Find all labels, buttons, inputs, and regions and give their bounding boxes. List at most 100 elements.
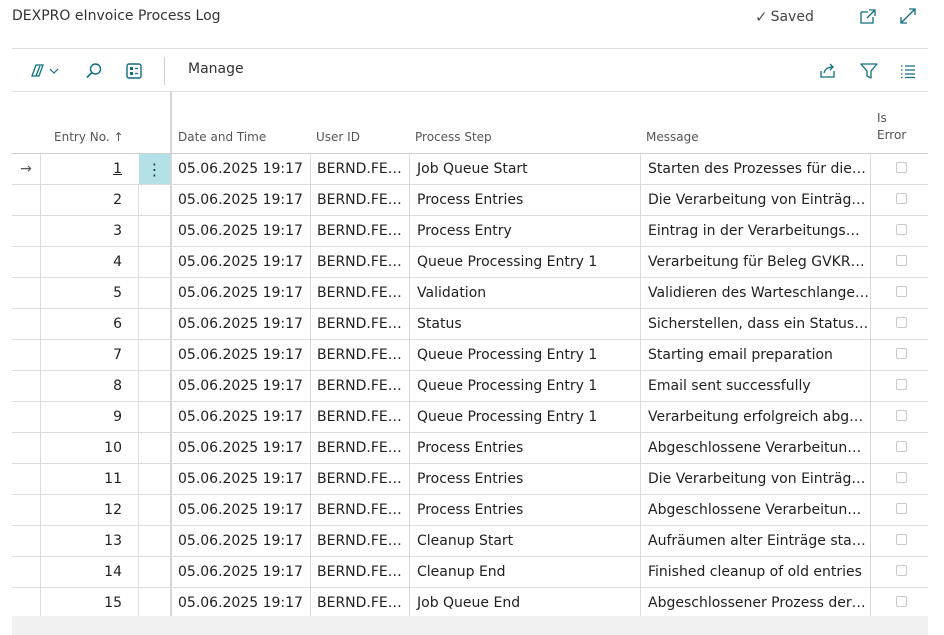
row-actions-cell[interactable] — [138, 309, 170, 339]
cell-message[interactable]: Aufräumen alter Einträge starten — [640, 526, 870, 556]
cell-process-step[interactable]: Queue Processing Entry 1 — [409, 371, 640, 401]
cell-process-step[interactable]: Cleanup End — [409, 557, 640, 587]
is-error-checkbox[interactable] — [896, 565, 907, 576]
cell-process-step[interactable]: Queue Processing Entry 1 — [409, 340, 640, 370]
cell-date-time[interactable]: 05.06.2025 19:17 — [172, 526, 310, 556]
cell-message[interactable]: Starting email preparation — [640, 340, 870, 370]
table-row[interactable]: 3 05.06.2025 19:17 BERND.FED... Process Ent… — [12, 216, 928, 247]
share-button[interactable] — [816, 59, 840, 83]
manage-menu[interactable]: Manage — [188, 61, 244, 77]
cell-entry-no[interactable]: 6 — [40, 309, 138, 339]
cell-date-time[interactable]: 05.06.2025 19:17 — [172, 433, 310, 463]
cell-user-id[interactable]: BERND.FED... — [310, 588, 409, 618]
cell-date-time[interactable]: 05.06.2025 19:17 — [172, 185, 310, 215]
is-error-checkbox[interactable] — [896, 472, 907, 483]
cell-date-time[interactable]: 05.06.2025 19:17 — [172, 247, 310, 277]
cell-date-time[interactable]: 05.06.2025 19:17 — [172, 464, 310, 494]
table-row[interactable]: 2 05.06.2025 19:17 BERND.FED... Process Ent… — [12, 185, 928, 216]
row-actions-cell[interactable] — [138, 247, 170, 277]
is-error-checkbox[interactable] — [896, 503, 907, 514]
is-error-checkbox[interactable] — [896, 286, 907, 297]
cell-user-id[interactable]: BERND.FED... — [310, 185, 409, 215]
cell-message[interactable]: Die Verarbeitung von Einträge... — [640, 464, 870, 494]
cell-entry-no[interactable]: 15 — [40, 588, 138, 618]
row-actions-cell[interactable] — [138, 402, 170, 432]
cell-process-step[interactable]: Process Entries — [409, 433, 640, 463]
table-row[interactable]: 8 05.06.2025 19:17 BERND.FED... Queue Proce… — [12, 371, 928, 402]
cell-message[interactable]: Die Verarbeitung von Einträge... — [640, 185, 870, 215]
table-row[interactable]: 11 05.06.2025 19:17 BERND.FED... Process En… — [12, 464, 928, 495]
table-row[interactable]: 14 05.06.2025 19:17 BERND.FED... Cleanup En… — [12, 557, 928, 588]
is-error-checkbox[interactable] — [896, 224, 907, 235]
cell-user-id[interactable]: BERND.FED... — [310, 526, 409, 556]
cell-entry-no[interactable]: 2 — [40, 185, 138, 215]
filter-button[interactable] — [857, 59, 881, 83]
cell-process-step[interactable]: Process Entries — [409, 464, 640, 494]
cell-user-id[interactable]: BERND.FED... — [310, 340, 409, 370]
cell-user-id[interactable]: BERND.FED... — [310, 247, 409, 277]
cell-user-id[interactable]: BERND.FED... — [310, 402, 409, 432]
cell-process-step[interactable]: Status — [409, 309, 640, 339]
row-actions-cell[interactable] — [138, 557, 170, 587]
expand-icon[interactable] — [898, 6, 918, 26]
column-header-entry-no[interactable]: Entry No. ↑ — [54, 130, 124, 144]
cell-user-id[interactable]: BERND.FED... — [310, 216, 409, 246]
table-row[interactable]: 9 05.06.2025 19:17 BERND.FED... Queue Proce… — [12, 402, 928, 433]
cell-entry-no[interactable]: 9 — [40, 402, 138, 432]
table-row[interactable]: 10 05.06.2025 19:17 BERND.FED... Process En… — [12, 433, 928, 464]
cell-entry-no[interactable]: 10 — [40, 433, 138, 463]
table-row[interactable]: 6 05.06.2025 19:17 BERND.FED... Status Siche… — [12, 309, 928, 340]
list-view-button[interactable] — [896, 59, 920, 83]
copilot-menu-button[interactable] — [24, 59, 64, 83]
cell-entry-no[interactable]: 7 — [40, 340, 138, 370]
table-row[interactable]: 15 05.06.2025 19:17 BERND.FED... Job Queue … — [12, 588, 928, 619]
cell-date-time[interactable]: 05.06.2025 19:17 — [172, 557, 310, 587]
cell-date-time[interactable]: 05.06.2025 19:17 — [172, 216, 310, 246]
cell-date-time[interactable]: 05.06.2025 19:17 — [172, 402, 310, 432]
cell-process-step[interactable]: Validation — [409, 278, 640, 308]
is-error-checkbox[interactable] — [896, 255, 907, 266]
column-header-user-id[interactable]: User ID — [316, 130, 360, 144]
table-row[interactable]: 13 05.06.2025 19:17 BERND.FED... Cleanup St… — [12, 526, 928, 557]
cell-message[interactable]: Abgeschlossene Verarbeitung ... — [640, 495, 870, 525]
row-actions-menu-button[interactable]: ⋮ — [139, 154, 170, 184]
row-actions-cell[interactable] — [138, 371, 170, 401]
cell-date-time[interactable]: 05.06.2025 19:17 — [172, 309, 310, 339]
cell-date-time[interactable]: 05.06.2025 19:17 — [172, 278, 310, 308]
table-row[interactable]: 7 05.06.2025 19:17 BERND.FED... Queue Proce… — [12, 340, 928, 371]
cell-process-step[interactable]: Process Entry — [409, 216, 640, 246]
cell-user-id[interactable]: BERND.FED... — [310, 464, 409, 494]
cell-user-id[interactable]: BERND.FED... — [310, 495, 409, 525]
cell-process-step[interactable]: Queue Processing Entry 1 — [409, 402, 640, 432]
cell-process-step[interactable]: Process Entries — [409, 185, 640, 215]
cell-entry-no[interactable]: 11 — [40, 464, 138, 494]
is-error-checkbox[interactable] — [896, 379, 907, 390]
cell-process-step[interactable]: Process Entries — [409, 495, 640, 525]
is-error-checkbox[interactable] — [896, 410, 907, 421]
search-button[interactable] — [82, 59, 106, 83]
column-header-process-step[interactable]: Process Step — [415, 130, 492, 144]
cell-date-time[interactable]: 05.06.2025 19:17 — [172, 154, 310, 184]
cell-message[interactable]: Email sent successfully — [640, 371, 870, 401]
cell-entry-no[interactable]: 14 — [40, 557, 138, 587]
cell-entry-no[interactable]: 8 — [40, 371, 138, 401]
is-error-checkbox[interactable] — [896, 441, 907, 452]
cell-entry-no[interactable]: 3 — [40, 216, 138, 246]
row-actions-cell[interactable] — [138, 185, 170, 215]
cell-process-step[interactable]: Job Queue End — [409, 588, 640, 618]
cell-user-id[interactable]: BERND.FED... — [310, 278, 409, 308]
cell-date-time[interactable]: 05.06.2025 19:17 — [172, 371, 310, 401]
cell-entry-no[interactable]: 5 — [40, 278, 138, 308]
cell-user-id[interactable]: BERND.FED... — [310, 371, 409, 401]
row-actions-cell[interactable] — [138, 588, 170, 618]
column-header-is-error[interactable]: Is Error — [877, 110, 906, 144]
row-actions-cell[interactable] — [138, 433, 170, 463]
cell-user-id[interactable]: BERND.FED... — [310, 557, 409, 587]
cell-message[interactable]: Validieren des Warteschlangen... — [640, 278, 870, 308]
cell-user-id[interactable]: BERND.FED... — [310, 309, 409, 339]
open-in-new-window-icon[interactable] — [858, 6, 878, 26]
cell-message[interactable]: Verarbeitung erfolgreich abges... — [640, 402, 870, 432]
is-error-checkbox[interactable] — [896, 317, 907, 328]
cell-entry-no[interactable]: 12 — [40, 495, 138, 525]
column-header-date-time[interactable]: Date and Time — [178, 130, 266, 144]
